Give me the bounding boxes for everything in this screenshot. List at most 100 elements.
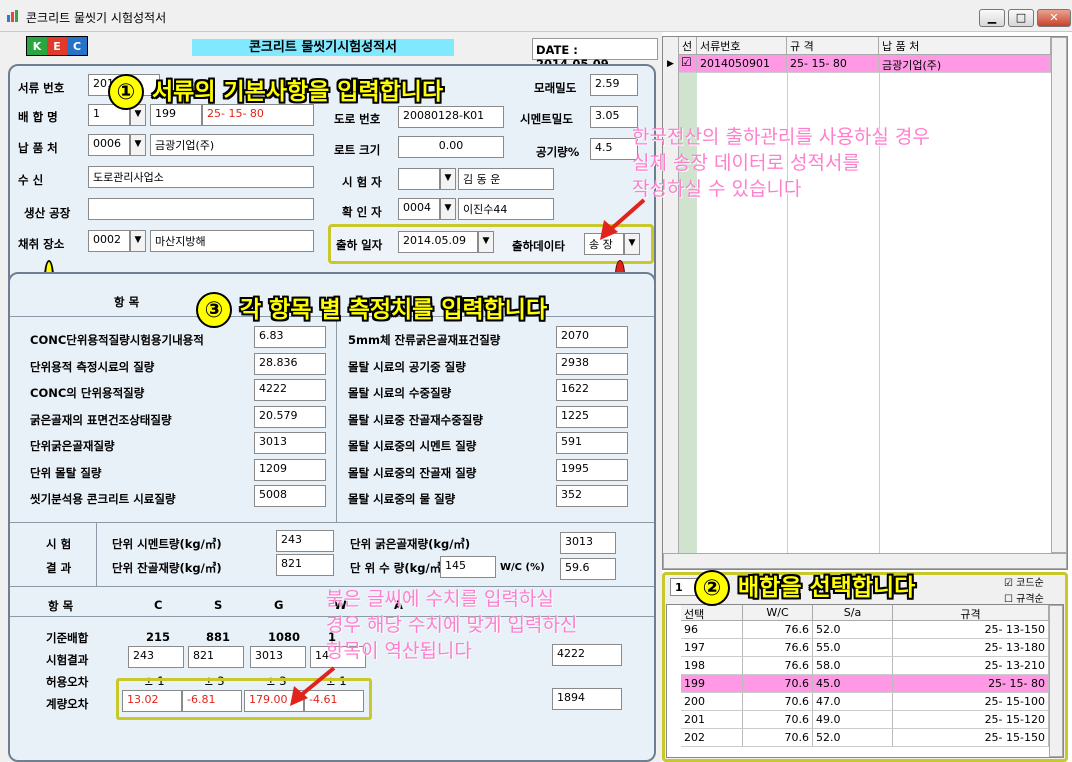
- grid-header-select[interactable]: 선: [679, 37, 697, 55]
- checker-name-field[interactable]: 이진수44: [458, 198, 554, 220]
- measure-right-field[interactable]: 1995: [556, 458, 628, 481]
- measure-left-field[interactable]: 6.83: [254, 326, 326, 348]
- mix-row-spec[interactable]: 25- 15-120: [893, 711, 1049, 729]
- measure-right-field[interactable]: 352: [556, 485, 628, 507]
- ship-data-label: 출하데이타: [512, 239, 565, 253]
- site-code-field[interactable]: 0002: [88, 230, 130, 252]
- wc-field[interactable]: 59.6: [560, 558, 616, 580]
- mix-row-sa[interactable]: 58.0: [813, 657, 893, 675]
- document-list-grid: 선 서류번호 규 격 납 품 처 ▶ ☑ 2014050901 25- 15- …: [662, 36, 1068, 570]
- measure-left-field[interactable]: 28.836: [254, 352, 326, 375]
- mix-header-select[interactable]: 선택: [681, 605, 743, 621]
- mix-row-spec[interactable]: 25- 15-150: [893, 729, 1049, 747]
- grid-cell-doc[interactable]: 2014050901: [697, 55, 787, 73]
- mix-row-sa[interactable]: 52.0: [813, 729, 893, 747]
- site-dropdown-icon[interactable]: ▼: [130, 230, 146, 252]
- unit-cement-field[interactable]: 243: [276, 530, 334, 552]
- recipient-field[interactable]: 도로관리사업소: [88, 166, 314, 188]
- maximize-button[interactable]: □: [1008, 9, 1034, 27]
- measure-left-field[interactable]: 20.579: [254, 405, 326, 428]
- mix-vertical-scrollbar[interactable]: [1049, 605, 1063, 757]
- horizontal-scrollbar[interactable]: [663, 553, 1067, 569]
- sand-density-field[interactable]: 2.59: [590, 74, 638, 96]
- measure-right-field[interactable]: 1622: [556, 379, 628, 401]
- buyer-label: 납 품 처: [18, 141, 58, 155]
- annotation-shipping-note: 한국전산의 출하관리를 사용하실 경우 실제 송장 데이터로 성적서를 작성하실…: [632, 124, 930, 202]
- mix-row-sa[interactable]: 49.0: [813, 711, 893, 729]
- mix-row-sa[interactable]: 55.0: [813, 639, 893, 657]
- mix-row-sa[interactable]: 52.0: [813, 621, 893, 639]
- measure-right-field[interactable]: 1225: [556, 405, 628, 428]
- error-extra-field[interactable]: 1894: [552, 688, 622, 710]
- site-label: 채취 장소: [18, 237, 65, 251]
- mix-row-spec[interactable]: 25- 13-180: [893, 639, 1049, 657]
- mix-row-spec[interactable]: 25- 13-150: [893, 621, 1049, 639]
- unit-water-field[interactable]: 145: [440, 556, 496, 578]
- tester-code-field[interactable]: [398, 168, 440, 190]
- test-value-field[interactable]: 243: [128, 646, 184, 668]
- mix-row-wc[interactable]: 76.6: [743, 639, 813, 657]
- mix-row-wc[interactable]: 70.6: [743, 675, 813, 693]
- air-field[interactable]: 4.5: [590, 138, 638, 160]
- measure-left-field[interactable]: 1209: [254, 458, 326, 481]
- close-button[interactable]: ✕: [1037, 9, 1071, 27]
- measure-left-field[interactable]: 5008: [254, 485, 326, 507]
- test-value-field[interactable]: 821: [188, 646, 244, 668]
- cement-density-field[interactable]: 3.05: [590, 106, 638, 128]
- measure-right-field[interactable]: 591: [556, 432, 628, 454]
- grid-cell-spec[interactable]: 25- 15- 80: [787, 55, 879, 73]
- checker-dropdown-icon[interactable]: ▼: [440, 198, 456, 220]
- mix-header-sa[interactable]: S/a: [813, 605, 893, 621]
- site-name-field[interactable]: 마산지방해: [150, 230, 314, 252]
- checker-code-field[interactable]: 0004: [398, 198, 440, 220]
- ship-date-field[interactable]: 2014.05.09: [398, 231, 478, 253]
- grid-cell-buyer[interactable]: 금광기업(주): [879, 55, 1051, 73]
- measure-left-field[interactable]: 4222: [254, 379, 326, 401]
- mix-row-wc[interactable]: 76.6: [743, 657, 813, 675]
- measure-left-label: CONC단위용적질량시험용기내용적: [30, 333, 204, 347]
- lot-size-field[interactable]: 0.00: [398, 136, 504, 158]
- grid-header-spec[interactable]: 규 격: [787, 37, 879, 55]
- mix-row-spec[interactable]: 25- 15- 80: [893, 675, 1049, 693]
- grid-cell-check[interactable]: ☑: [679, 55, 697, 73]
- measure-left-label: 씻기분석용 콘크리트 시료질량: [30, 492, 176, 506]
- ship-date-dropdown-icon[interactable]: ▼: [478, 231, 494, 253]
- mix-row-no[interactable]: 199: [681, 675, 743, 693]
- mix-row-wc[interactable]: 76.6: [743, 621, 813, 639]
- unit-water-label: 단 위 수 량(kg/㎥): [350, 561, 447, 575]
- mix-row-wc[interactable]: 70.6: [743, 711, 813, 729]
- grid-header-buyer[interactable]: 납 품 처: [879, 37, 1051, 55]
- mix-row-wc[interactable]: 70.6: [743, 729, 813, 747]
- mix-header-wc[interactable]: W/C: [743, 605, 813, 621]
- opt-code-radio[interactable]: ☑ 코드순: [1004, 574, 1044, 589]
- buyer-code-field[interactable]: 0006: [88, 134, 130, 156]
- tester-dropdown-icon[interactable]: ▼: [440, 168, 456, 190]
- mix-row-spec[interactable]: 25- 13-210: [893, 657, 1049, 675]
- unit-coarse-field[interactable]: 3013: [560, 532, 616, 554]
- mix-row-no[interactable]: 96: [681, 621, 743, 639]
- mix-row-no[interactable]: 197: [681, 639, 743, 657]
- buyer-dropdown-icon[interactable]: ▼: [130, 134, 146, 156]
- mix-row-no[interactable]: 198: [681, 657, 743, 675]
- mix-header-spec[interactable]: 규격: [893, 605, 1049, 621]
- measure-right-field[interactable]: 2938: [556, 352, 628, 375]
- mix-row-no[interactable]: 200: [681, 693, 743, 711]
- plant-field[interactable]: [88, 198, 314, 220]
- mix-row-no[interactable]: 202: [681, 729, 743, 747]
- annotation-3: ③ 각 항목 별 측정치를 입력합니다: [196, 290, 547, 328]
- mix-row-spec[interactable]: 25- 15-100: [893, 693, 1049, 711]
- mix-row-no[interactable]: 201: [681, 711, 743, 729]
- mix-row-sa[interactable]: 45.0: [813, 675, 893, 693]
- opt-spec-radio[interactable]: ☐ 규격순: [1004, 590, 1044, 605]
- vertical-scrollbar[interactable]: [1051, 37, 1067, 553]
- buyer-name-field[interactable]: 금광기업(주): [150, 134, 314, 156]
- unit-fine-field[interactable]: 821: [276, 554, 334, 576]
- grid-header-doc[interactable]: 서류번호: [697, 37, 787, 55]
- mix-row-wc[interactable]: 70.6: [743, 693, 813, 711]
- measure-right-field[interactable]: 2070: [556, 326, 628, 348]
- measure-left-field[interactable]: 3013: [254, 432, 326, 454]
- tester-name-field[interactable]: 김 동 운: [458, 168, 554, 190]
- mix-row-sa[interactable]: 47.0: [813, 693, 893, 711]
- minimize-button[interactable]: ▁: [979, 9, 1005, 27]
- annotation-2: ② 배합을 선택합니다: [694, 568, 915, 606]
